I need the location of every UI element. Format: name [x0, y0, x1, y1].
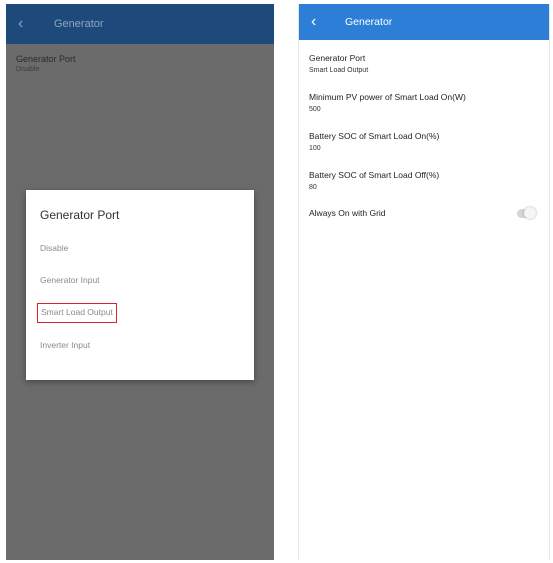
setting-label: Battery SOC of Smart Load On(%): [309, 131, 440, 141]
setting-value: 500: [309, 106, 321, 113]
back-arrow-icon[interactable]: ‹: [18, 15, 40, 33]
left-page-title: Generator: [54, 18, 104, 30]
left-app-bar: ‹ Generator: [6, 4, 274, 44]
toggle-knob: [524, 207, 536, 219]
setting-value: Smart Load Output: [309, 67, 369, 74]
generator-port-label: Generator Port: [16, 54, 76, 64]
left-phone-screen: ‹ Generator Generator Port Disable Gener…: [6, 4, 274, 560]
always-on-grid-toggle[interactable]: [517, 207, 536, 219]
option-smart-load-output[interactable]: Smart Load Output: [37, 303, 117, 323]
setting-min-pv-power[interactable]: Minimum PV power of Smart Load On(W) 500: [299, 92, 549, 113]
right-phone-screen: ‹ Generator Generator Port Smart Load Ou…: [298, 4, 550, 560]
back-arrow-icon[interactable]: ‹: [311, 13, 333, 31]
option-inverter-input[interactable]: Inverter Input: [37, 335, 93, 355]
setting-value: 80: [309, 184, 317, 191]
option-disable[interactable]: Disable: [37, 238, 71, 258]
setting-label: Generator Port: [309, 53, 366, 63]
setting-label: Minimum PV power of Smart Load On(W): [309, 92, 466, 102]
setting-battery-soc-off[interactable]: Battery SOC of Smart Load Off(%) 80: [299, 170, 549, 191]
right-app-bar: ‹ Generator: [299, 4, 549, 40]
setting-always-on-with-grid: Always On with Grid: [299, 207, 549, 219]
setting-generator-port[interactable]: Generator Port Smart Load Output: [299, 53, 549, 74]
right-page-title: Generator: [345, 16, 393, 28]
generator-port-setting[interactable]: Generator Port Disable: [6, 44, 274, 73]
setting-label: Battery SOC of Smart Load Off(%): [309, 170, 440, 180]
setting-value: 100: [309, 145, 321, 152]
setting-label: Always On with Grid: [309, 208, 386, 218]
generator-port-value: Disable: [16, 66, 40, 73]
option-generator-input[interactable]: Generator Input: [37, 270, 103, 290]
generator-port-dialog: Generator Port Disable Generator Input S…: [26, 190, 254, 380]
setting-battery-soc-on[interactable]: Battery SOC of Smart Load On(%) 100: [299, 131, 549, 152]
dialog-title: Generator Port: [40, 208, 120, 222]
